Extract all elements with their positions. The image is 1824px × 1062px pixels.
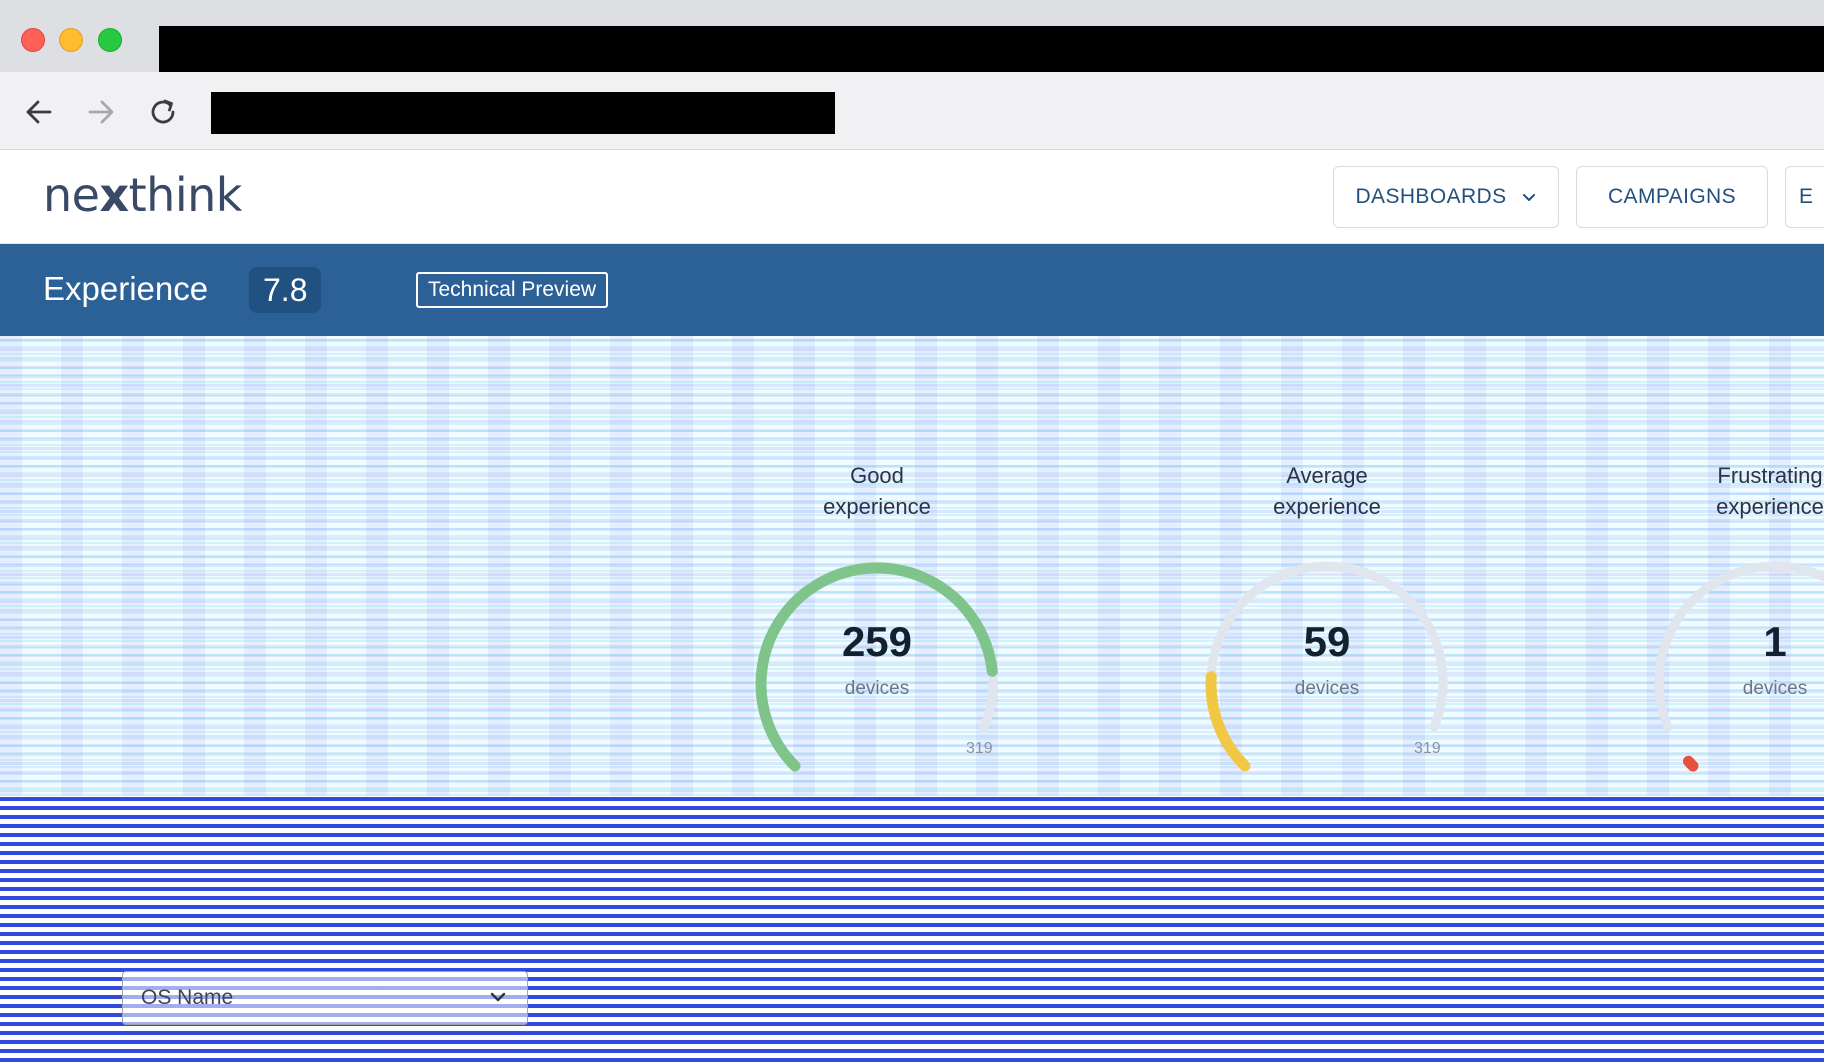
forward-button[interactable] [84, 95, 118, 129]
nav-campaigns-button[interactable]: CAMPAIGNS [1576, 166, 1768, 228]
nav-dashboards-button[interactable]: DASHBOARDS [1333, 166, 1559, 228]
gauge-frustrating-fill [1682, 755, 1699, 772]
technical-preview-badge: Technical Preview [416, 272, 609, 308]
gauge-average-title-line2: experience [1273, 494, 1381, 519]
gauge-good-title-line2: experience [823, 494, 931, 519]
gauge-good-title-line1: Good [850, 463, 904, 488]
window-close-button[interactable] [21, 28, 45, 52]
nav-next-label: E [1799, 185, 1814, 208]
gauge-average-title-line1: Average [1286, 463, 1368, 488]
gauge-good-max: 319 [966, 740, 993, 757]
chevron-down-icon [490, 992, 506, 1002]
experience-content: Good experience 259 devices 319 Average … [0, 336, 1824, 1062]
arrow-left-icon [26, 100, 52, 124]
gauge-frustrating-unit: devices [1742, 678, 1808, 699]
window-minimize-button[interactable] [59, 28, 83, 52]
gauge-frustrating-title-line1: Frustrating [1717, 463, 1823, 488]
gauge-average-max: 319 [1414, 740, 1441, 757]
back-button[interactable] [22, 95, 56, 129]
window-maximize-button[interactable] [98, 28, 122, 52]
gauge-average-count: 59 [1303, 618, 1351, 665]
gauge-average-unit: devices [1294, 678, 1360, 699]
nexthink-logo[interactable]: nexthink [43, 168, 242, 222]
gauge-good-title: Good experience [767, 460, 987, 522]
reload-icon [151, 99, 175, 124]
gauge-good-count: 259 [841, 618, 913, 665]
page-title: Experience [43, 270, 209, 307]
address-bar-redacted[interactable] [211, 92, 835, 134]
gauge-frustrating-count: 1 [1763, 618, 1787, 665]
gauge-good-unit: devices [844, 678, 910, 699]
os-name-select-placeholder: OS Name [141, 986, 234, 1009]
gauge-average-title: Average experience [1217, 460, 1437, 522]
gauge-good-fill [755, 562, 998, 772]
nav-dashboards-label: DASHBOARDS [1355, 185, 1507, 208]
experience-score-badge: 7.8 [249, 267, 322, 313]
reload-button[interactable] [146, 95, 180, 129]
arrow-right-icon [88, 100, 114, 124]
nav-campaigns-label: CAMPAIGNS [1607, 185, 1737, 208]
os-name-select[interactable]: OS Name [122, 971, 528, 1025]
nav-next-button-truncated[interactable]: E [1785, 166, 1824, 228]
browser-tab-redacted[interactable] [159, 26, 1824, 72]
gauge-frustrating-title-line2: experience [1716, 494, 1824, 519]
gauge-frustrating-title: Frustrating experience [1660, 460, 1824, 522]
logo-x-mark: x [99, 168, 129, 222]
chevron-down-icon [1522, 194, 1535, 201]
